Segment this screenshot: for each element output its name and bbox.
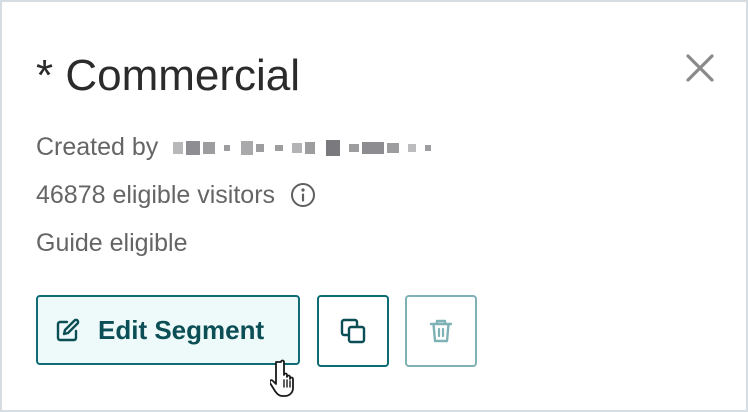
- eligible-visitors-line: 46878 eligible visitors: [36, 179, 317, 211]
- redacted-creator-name: [173, 137, 432, 159]
- edit-segment-button[interactable]: Edit Segment: [36, 295, 300, 365]
- edit-icon: [54, 316, 82, 344]
- close-button[interactable]: [682, 50, 718, 86]
- info-icon[interactable]: [289, 181, 317, 209]
- copy-segment-button[interactable]: [317, 295, 389, 367]
- copy-icon: [340, 318, 366, 344]
- eligible-visitors-count: 46878 eligible visitors: [36, 181, 276, 209]
- segment-title: * Commercial: [36, 51, 301, 100]
- guide-eligible-status: Guide eligible: [36, 229, 188, 257]
- edit-segment-label: Edit Segment: [98, 314, 265, 345]
- close-icon: [686, 54, 714, 82]
- created-by-label: Created by: [36, 133, 159, 161]
- trash-icon: [429, 319, 453, 343]
- created-by-line: Created by: [36, 131, 432, 163]
- segment-detail-card: * Commercial Created by 46878 eligible v…: [0, 0, 748, 412]
- delete-segment-button[interactable]: [405, 295, 477, 367]
